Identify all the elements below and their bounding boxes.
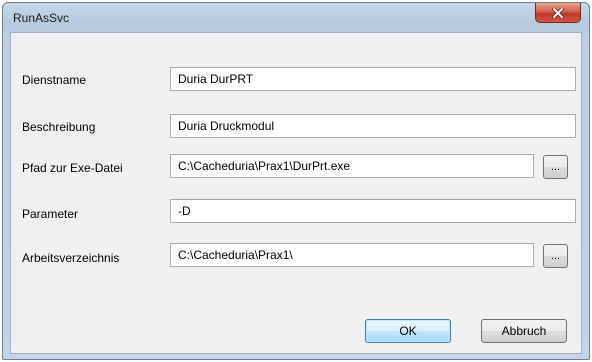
parameter-label: Parameter (22, 207, 79, 221)
ok-button[interactable]: OK (365, 319, 451, 343)
pfad-browse-button[interactable]: ... (543, 155, 568, 179)
dienstname-input[interactable] (170, 67, 576, 91)
arbeitsverzeichnis-label: Arbeitsverzeichnis (22, 251, 120, 265)
parameter-input[interactable] (170, 199, 576, 223)
dialog-window: RunAsSvc Dienstname Beschreibung Pfad zu… (2, 2, 590, 360)
cancel-button[interactable]: Abbruch (481, 319, 567, 343)
beschreibung-label: Beschreibung (22, 120, 96, 134)
close-button[interactable] (535, 3, 581, 23)
arbeitsverzeichnis-browse-button[interactable]: ... (543, 244, 568, 268)
pfad-input[interactable] (170, 154, 534, 178)
window-title: RunAsSvc (13, 11, 70, 25)
beschreibung-input[interactable] (170, 114, 576, 138)
arbeitsverzeichnis-input[interactable] (170, 243, 534, 267)
dialog-client-area: Dienstname Beschreibung Pfad zur Exe-Dat… (10, 32, 582, 354)
pfad-label: Pfad zur Exe-Datei (22, 161, 123, 175)
close-icon (552, 7, 564, 18)
dienstname-label: Dienstname (22, 73, 87, 87)
title-bar[interactable]: RunAsSvc (3, 3, 589, 33)
